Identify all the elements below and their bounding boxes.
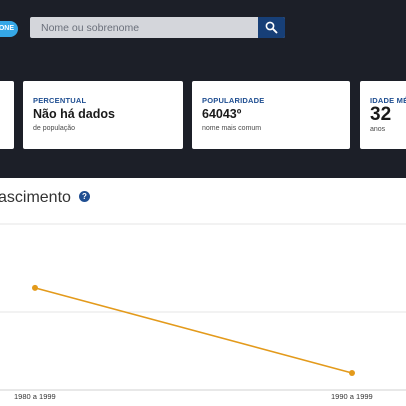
stat-card-popularidade: POPULARIDADE 64043º nome mais comum: [192, 81, 350, 149]
data-point[interactable]: [349, 369, 355, 376]
stat-value: 32: [370, 104, 392, 125]
x-tick-label: 1980 a 1999: [14, 392, 56, 401]
line-chart: [0, 223, 406, 391]
stat-sub: nome mais comum: [202, 125, 262, 132]
stat-sub: anos: [370, 126, 386, 133]
stat-label: PERCENTUAL: [33, 96, 87, 105]
stat-card-partial: [0, 81, 14, 149]
stat-sub: de população: [33, 125, 76, 132]
nav-badge-button[interactable]: ONE: [0, 21, 18, 37]
stat-card-percentual: PERCENTUAL Não há dados de população: [23, 81, 183, 149]
section-title: ascimento: [0, 189, 71, 206]
stat-value: 64043º: [202, 107, 242, 121]
data-point[interactable]: [32, 284, 38, 291]
search-icon: [265, 21, 278, 34]
search-box: [30, 17, 285, 38]
search-button[interactable]: [258, 17, 285, 38]
question-circle-icon[interactable]: ?: [79, 191, 90, 202]
top-bar: ONE PERCENTUAL Não há dados de população…: [0, 0, 406, 178]
stat-label: POPULARIDADE: [202, 96, 265, 105]
series-line: [34, 287, 353, 374]
x-tick-label: 1990 a 1999: [331, 392, 373, 401]
search-input[interactable]: [30, 17, 258, 38]
stat-value: Não há dados: [33, 107, 115, 121]
stat-card-idade-media: IDADE MÉ 32 anos: [360, 81, 406, 149]
